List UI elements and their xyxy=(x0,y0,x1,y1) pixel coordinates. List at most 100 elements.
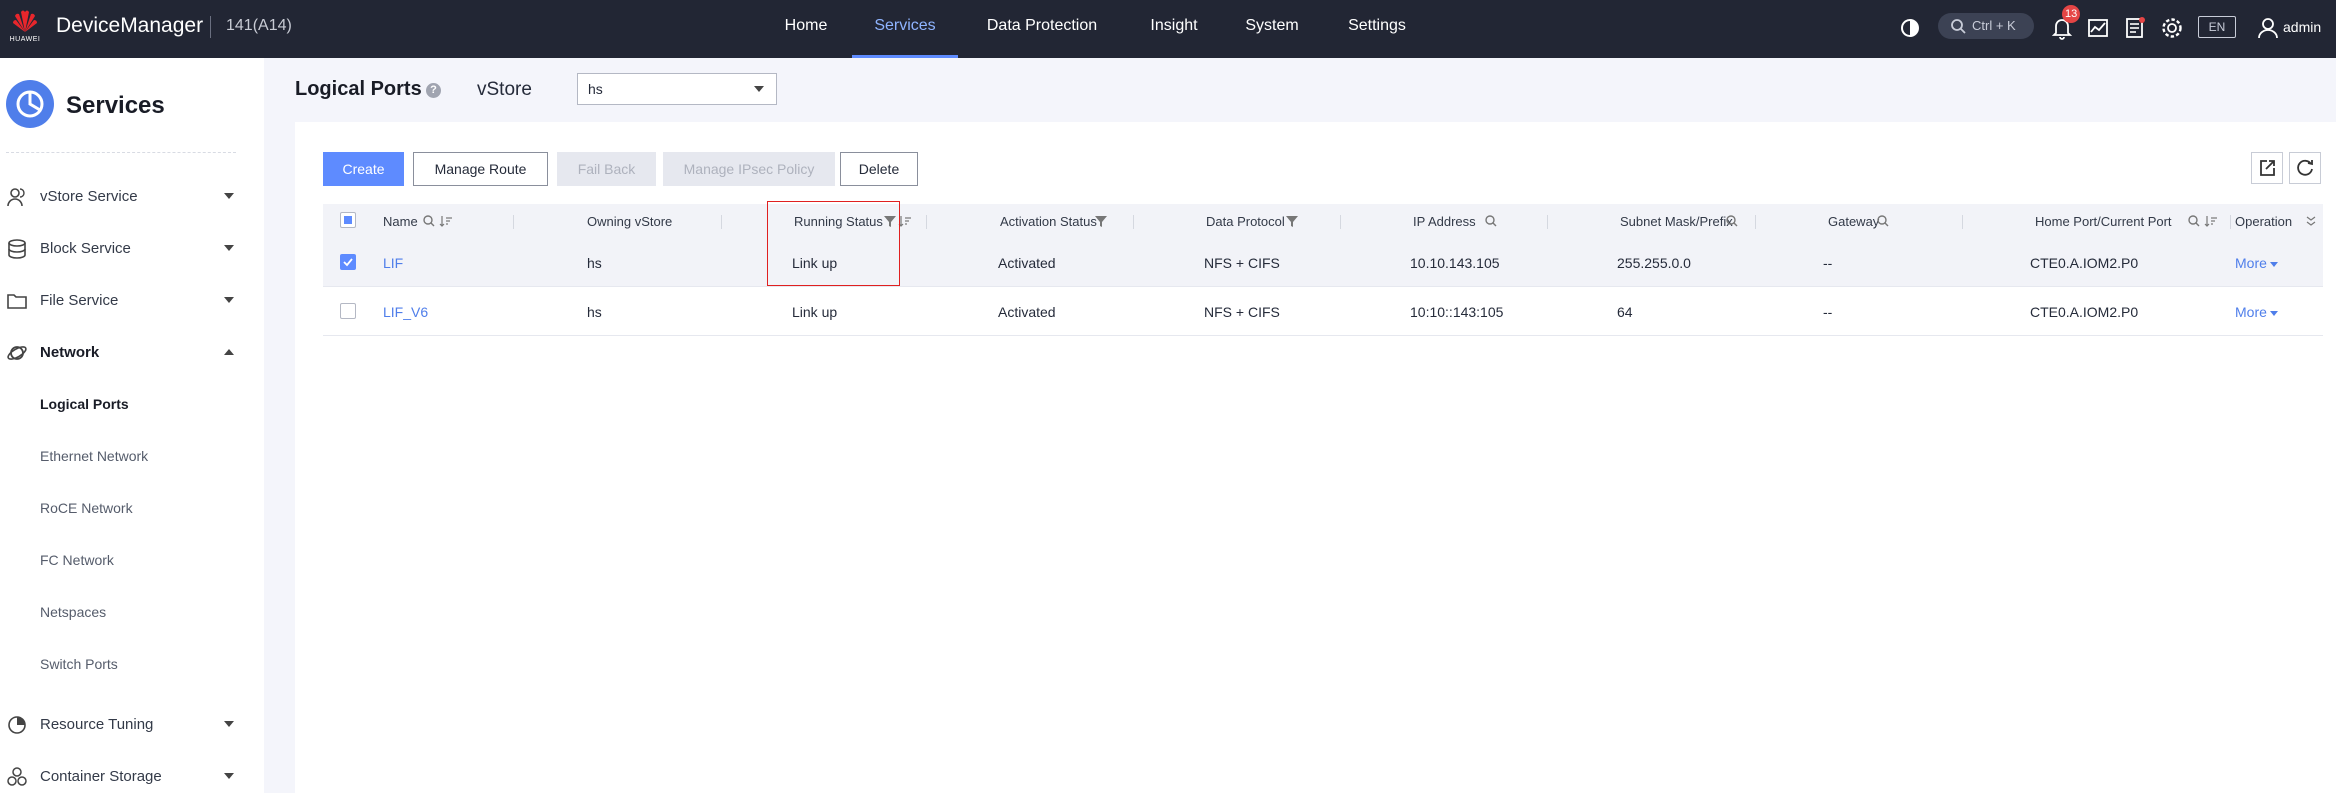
export-icon xyxy=(2260,160,2275,176)
task-list-icon[interactable] xyxy=(2120,14,2148,42)
sidebar-item-label: Block Service xyxy=(40,240,131,257)
nav-data-protection[interactable]: Data Protection xyxy=(978,0,1106,58)
sidebar-subitem-netspaces[interactable]: Netspaces xyxy=(40,604,106,620)
row-checkbox[interactable] xyxy=(340,254,356,270)
manage-ipsec-policy-button[interactable]: Manage IPsec Policy xyxy=(663,152,835,186)
nav-active-indicator xyxy=(852,55,958,58)
chevron-down-icon xyxy=(224,297,234,303)
container-icon xyxy=(7,767,27,786)
help-icon[interactable]: ? xyxy=(426,83,441,98)
running-status-cell: Link up xyxy=(792,304,838,320)
users-icon xyxy=(7,188,25,207)
search-icon[interactable] xyxy=(1876,214,1890,228)
lif-name-link[interactable]: LIF xyxy=(383,255,403,271)
sort-icon[interactable] xyxy=(2204,214,2218,228)
planet-icon xyxy=(7,346,27,360)
nav-services[interactable]: Services xyxy=(852,0,958,58)
vstore-select-value: hs xyxy=(588,81,603,97)
logo-text: HUAWEI xyxy=(9,36,41,43)
create-button[interactable]: Create xyxy=(323,152,404,186)
language-switch[interactable]: EN xyxy=(2198,16,2236,38)
search-icon[interactable] xyxy=(2187,214,2201,228)
nav-insight[interactable]: Insight xyxy=(1138,0,1210,58)
column-separator xyxy=(926,215,927,229)
row-checkbox[interactable] xyxy=(340,303,356,319)
column-settings-chevron-icon[interactable] xyxy=(2304,214,2318,228)
alarm-count-badge: 13 xyxy=(2062,5,2081,23)
sort-icon[interactable] xyxy=(898,214,912,228)
sort-icon[interactable] xyxy=(439,214,453,228)
performance-chart-icon[interactable] xyxy=(2084,14,2112,42)
chevron-down-icon xyxy=(224,773,234,779)
activation-status-cell: Activated xyxy=(998,255,1056,271)
column-separator xyxy=(1547,215,1548,229)
nav-system[interactable]: System xyxy=(1240,0,1304,58)
sidebar-item-label: Container Storage xyxy=(40,768,162,785)
column-header-name[interactable]: Name xyxy=(383,214,418,229)
sidebar-item-container-storage[interactable]: Container Storage xyxy=(0,756,264,793)
theme-toggle-icon[interactable] xyxy=(1896,14,1924,42)
gear-icon[interactable] xyxy=(2158,14,2186,42)
delete-button[interactable]: Delete xyxy=(840,152,918,186)
sidebar-item-vstore-service[interactable]: vStore Service xyxy=(0,176,264,216)
column-header-home-current-port: Home Port/Current Port xyxy=(2035,214,2172,229)
lif-name-link[interactable]: LIF_V6 xyxy=(383,304,428,320)
database-icon xyxy=(8,239,26,259)
search-shortcut-label: Ctrl + K xyxy=(1972,18,2016,33)
table-row[interactable]: LIF hs Link up Activated NFS + CIFS 10.1… xyxy=(323,238,2323,287)
sidebar-item-block-service[interactable]: Block Service xyxy=(0,228,264,268)
sidebar-subitem-roce-network[interactable]: RoCE Network xyxy=(40,500,133,516)
chevron-down-icon xyxy=(224,721,234,727)
column-separator xyxy=(1962,215,1963,229)
sidebar-item-network[interactable]: Network xyxy=(0,332,264,372)
filter-icon[interactable] xyxy=(1285,214,1299,228)
refresh-button[interactable] xyxy=(2289,152,2321,184)
services-pie-icon xyxy=(6,80,54,128)
vstore-select[interactable]: hs xyxy=(577,73,777,105)
search-icon[interactable] xyxy=(1484,214,1498,228)
sidebar-item-file-service[interactable]: File Service xyxy=(0,280,264,320)
sidebar-title: Services xyxy=(66,92,165,119)
nav-home[interactable]: Home xyxy=(774,0,838,58)
filter-icon[interactable] xyxy=(883,214,897,228)
column-separator xyxy=(721,215,722,229)
sidebar-item-resource-tuning[interactable]: Resource Tuning xyxy=(0,704,264,744)
sidebar-subitem-logical-ports[interactable]: Logical Ports xyxy=(40,396,129,412)
device-id: 141(A14) xyxy=(226,17,292,34)
select-all-checkbox[interactable] xyxy=(340,212,356,228)
more-menu-button[interactable]: More xyxy=(2235,255,2278,271)
top-navigation-bar: HUAWEI DeviceManager 141(A14) Home Servi… xyxy=(0,0,2336,58)
chevron-down-icon xyxy=(2269,310,2278,316)
more-menu-button[interactable]: More xyxy=(2235,304,2278,320)
search-icon[interactable] xyxy=(1725,214,1739,228)
filter-icon[interactable] xyxy=(1094,214,1108,228)
ip-address-cell: 10.10.143.105 xyxy=(1410,255,1500,271)
sidebar-subitem-switch-ports[interactable]: Switch Ports xyxy=(40,656,118,672)
user-icon[interactable] xyxy=(2254,14,2282,42)
subnet-cell: 255.255.0.0 xyxy=(1617,255,1691,271)
column-header-ip-address: IP Address xyxy=(1413,214,1476,229)
data-protocol-cell: NFS + CIFS xyxy=(1204,255,1280,271)
user-name[interactable]: admin xyxy=(2283,19,2321,35)
folder-icon xyxy=(7,294,27,309)
sidebar-subitem-ethernet-network[interactable]: Ethernet Network xyxy=(40,448,148,464)
column-header-subnet-mask-prefix: Subnet Mask/Prefix xyxy=(1620,214,1733,229)
fail-back-button[interactable]: Fail Back xyxy=(557,152,656,186)
sidebar-item-label: Resource Tuning xyxy=(40,716,154,733)
huawei-flower-icon xyxy=(13,10,37,32)
column-header-data-protocol: Data Protocol xyxy=(1206,214,1285,229)
gateway-cell: -- xyxy=(1823,255,1833,271)
global-search-button[interactable]: Ctrl + K xyxy=(1938,13,2034,39)
table-row[interactable]: LIF_V6 hs Link up Activated NFS + CIFS 1… xyxy=(323,287,2323,336)
column-header-running-status: Running Status xyxy=(794,214,883,229)
column-separator xyxy=(1340,215,1341,229)
logical-ports-panel: Create Manage Route Fail Back Manage IPs… xyxy=(295,122,2336,793)
manage-route-button[interactable]: Manage Route xyxy=(413,152,548,186)
nav-settings[interactable]: Settings xyxy=(1338,0,1416,58)
column-separator xyxy=(2230,215,2231,229)
export-button[interactable] xyxy=(2251,152,2283,184)
column-header-gateway: Gateway xyxy=(1828,214,1880,229)
sidebar-subitem-fc-network[interactable]: FC Network xyxy=(40,552,114,568)
column-separator xyxy=(513,215,514,229)
search-icon[interactable] xyxy=(422,214,436,228)
